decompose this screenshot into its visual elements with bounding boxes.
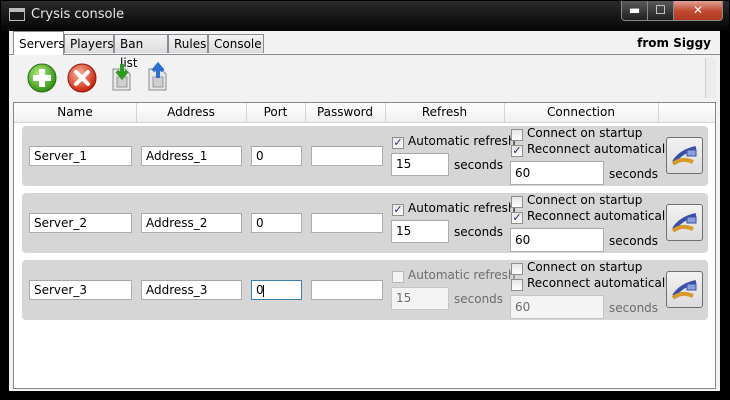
server-name-input[interactable]: Server_2	[29, 213, 132, 233]
auto-refresh-checkbox[interactable]	[392, 271, 404, 283]
reconnect-label: Reconnect automatically	[527, 142, 676, 156]
auto-refresh-checkbox[interactable]: ✓	[392, 204, 404, 216]
window-client-area: Servers Players Ban list Rules Console f…	[9, 31, 720, 391]
column-header-name[interactable]: Name	[14, 103, 137, 122]
connect-startup-checkbox[interactable]	[511, 263, 523, 275]
export-icon	[148, 61, 167, 91]
server-name-input[interactable]: Server_3	[29, 280, 132, 300]
reconnect-seconds-label: seconds	[609, 234, 659, 248]
refresh-seconds-input[interactable]: 15	[391, 220, 449, 243]
refresh-seconds-label: seconds	[454, 292, 504, 306]
column-header-refresh[interactable]: Refresh	[385, 103, 505, 122]
tab-players[interactable]: Players	[64, 34, 114, 53]
server-address-input[interactable]: Address_3	[141, 280, 242, 300]
server-password-input[interactable]	[311, 146, 383, 166]
tab-console[interactable]: Console	[208, 34, 264, 53]
reconnect-seconds-label: seconds	[609, 301, 659, 315]
auto-refresh-checkbox[interactable]: ✓	[392, 137, 404, 149]
reconnect-seconds-label: seconds	[609, 167, 659, 181]
reconnect-seconds-input[interactable]: 60	[510, 295, 604, 319]
reconnect-label: Reconnect automatically	[527, 276, 676, 290]
server-port-input[interactable]: 0	[251, 146, 302, 166]
reconnect-seconds-input[interactable]: 60	[510, 161, 604, 185]
auto-refresh-label: Automatic refresh	[408, 134, 516, 148]
delete-icon	[67, 63, 97, 93]
remove-server-button[interactable]	[65, 61, 99, 95]
app-window: Crysis console ▬ ☐ ✕ Servers Players Ban…	[0, 0, 730, 400]
reconnect-checkbox[interactable]: ✓	[511, 212, 523, 224]
server-password-input[interactable]	[311, 280, 383, 300]
add-server-button[interactable]	[25, 61, 59, 95]
add-icon	[27, 63, 57, 93]
import-icon	[112, 64, 131, 91]
close-button[interactable]: ✕	[673, 1, 723, 21]
auto-refresh-label: Automatic refresh	[408, 201, 516, 215]
tab-strip: Servers Players Ban list Rules Console f…	[9, 31, 720, 70]
maximize-button[interactable]: ☐	[647, 1, 674, 21]
reconnect-checkbox[interactable]: ✓	[511, 145, 523, 157]
grid-header: Name Address Port Password Refresh Conne…	[14, 103, 715, 123]
refresh-seconds-input[interactable]: 15	[391, 153, 449, 176]
tab-servers[interactable]: Servers	[13, 31, 65, 55]
text-caret	[262, 284, 264, 297]
tab-rules[interactable]: Rules	[168, 34, 208, 53]
connect-startup-label: Connect on startup	[527, 126, 643, 140]
console-window-icon	[9, 8, 25, 21]
server-name-input[interactable]: Server_1	[29, 146, 132, 166]
connect-startup-checkbox[interactable]	[511, 129, 523, 141]
import-servers-button[interactable]	[105, 61, 139, 95]
column-header-password[interactable]: Password	[305, 103, 386, 122]
server-row: Server_3 Address_3 0 Automatic refresh 1…	[22, 260, 708, 320]
connect-button[interactable]	[666, 204, 703, 241]
connect-startup-label: Connect on startup	[527, 260, 643, 274]
reconnect-label: Reconnect automatically	[527, 209, 676, 223]
window-title: Crysis console	[31, 7, 125, 22]
connect-startup-label: Connect on startup	[527, 193, 643, 207]
refresh-seconds-input[interactable]: 15	[391, 287, 449, 310]
refresh-seconds-label: seconds	[454, 225, 504, 239]
plug-icon	[671, 280, 697, 300]
server-row: Server_1 Address_1 0 ✓ Automatic refresh…	[22, 126, 708, 186]
plug-icon	[671, 213, 697, 233]
toolbar-scrollbar[interactable]	[705, 58, 716, 98]
connect-button[interactable]	[666, 137, 703, 174]
tab-ban-list[interactable]: Ban list	[114, 34, 168, 70]
export-servers-button[interactable]	[141, 61, 175, 95]
servers-grid: Name Address Port Password Refresh Conne…	[13, 102, 716, 389]
server-port-input[interactable]: 0	[251, 213, 302, 233]
connect-button[interactable]	[666, 271, 703, 308]
server-port-input[interactable]: 0	[251, 280, 302, 300]
server-address-input[interactable]: Address_2	[141, 213, 242, 233]
plug-icon	[671, 146, 697, 166]
server-password-input[interactable]	[311, 213, 383, 233]
server-address-input[interactable]: Address_1	[141, 146, 242, 166]
auto-refresh-label: Automatic refresh	[408, 268, 516, 282]
column-header-port[interactable]: Port	[246, 103, 306, 122]
title-bar[interactable]: Crysis console ▬ ☐ ✕	[1, 1, 729, 31]
column-header-address[interactable]: Address	[136, 103, 247, 122]
minimize-button[interactable]: ▬	[621, 1, 648, 21]
column-header-connection[interactable]: Connection	[504, 103, 659, 122]
refresh-seconds-label: seconds	[454, 158, 504, 172]
connect-startup-checkbox[interactable]	[511, 196, 523, 208]
reconnect-seconds-input[interactable]: 60	[510, 228, 604, 252]
server-row: Server_2 Address_2 0 ✓ Automatic refresh…	[22, 193, 708, 253]
toolbar	[13, 58, 716, 98]
author-credit: from Siggy	[637, 36, 711, 50]
reconnect-checkbox[interactable]	[511, 279, 523, 291]
